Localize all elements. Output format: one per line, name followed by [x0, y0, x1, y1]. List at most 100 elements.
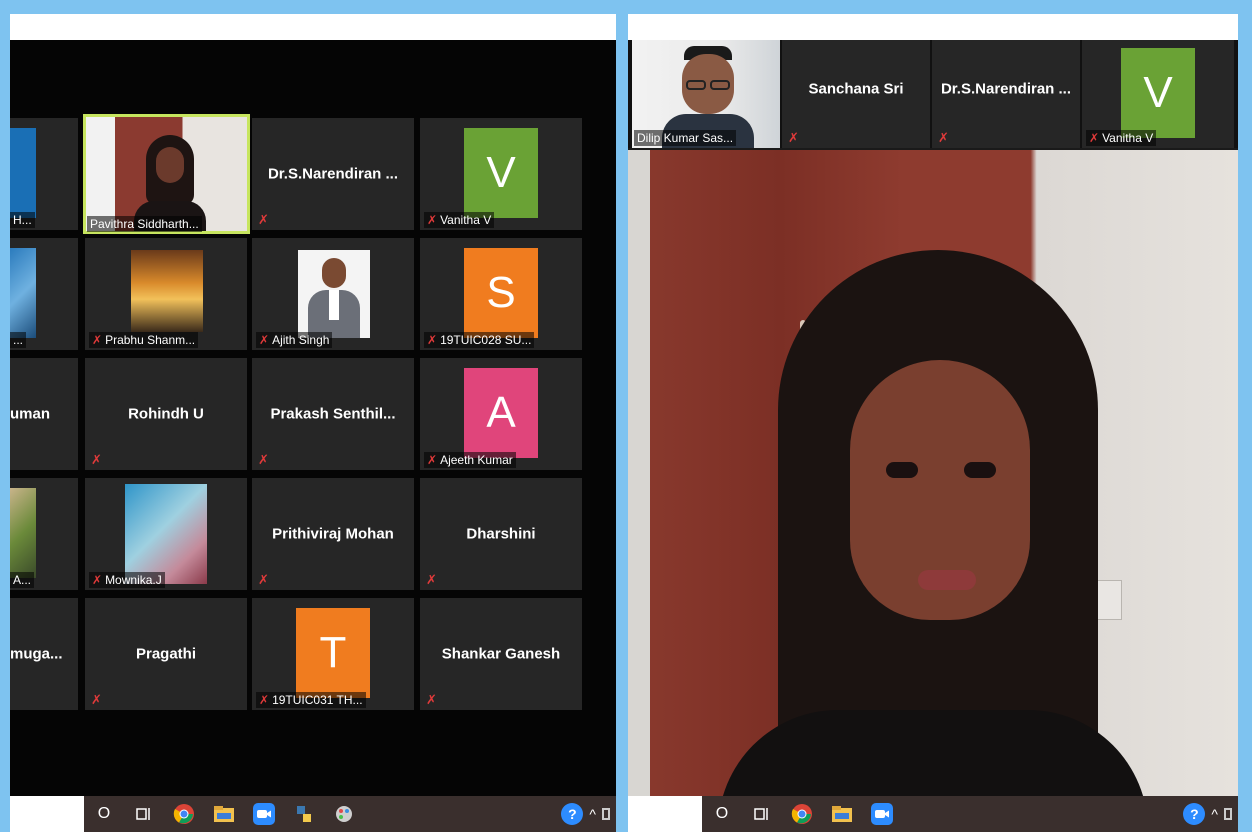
participant-video — [10, 248, 36, 338]
participant-video — [298, 250, 370, 338]
muted-mic-icon: ✗ — [258, 572, 269, 587]
participant-tile[interactable]: V ✗ Vanitha V — [420, 118, 582, 230]
participant-tile[interactable]: Prakash Senthil... ✗ — [252, 358, 414, 470]
muted-mic-icon: ✗ — [427, 453, 438, 467]
participant-video — [86, 117, 247, 231]
avatar: V — [464, 128, 538, 218]
participant-name: Pavithra Siddharth... — [87, 216, 202, 232]
participant-name: ✗ 19TUIC028 SU... — [424, 332, 535, 348]
muted-mic-icon: ✗ — [259, 333, 270, 347]
participant-name: Dr.S.Narendiran ... — [267, 165, 399, 183]
avatar: S — [464, 248, 538, 338]
speaker-shoulders — [718, 710, 1148, 796]
window-title-bar — [10, 14, 616, 40]
taskbar-blank — [10, 796, 84, 832]
muted-mic-icon: ✗ — [91, 452, 102, 467]
muted-mic-icon: ✗ — [938, 130, 949, 145]
door-frame — [628, 150, 650, 796]
participant-name: Rohindh U — [128, 405, 204, 423]
search-circle-icon[interactable]: O — [89, 802, 119, 826]
system-tray: ? ^ — [1183, 803, 1238, 825]
right-zoom-window: Dilip Kumar Sas... ✗ Sanchana Sri ✗ Dr.S… — [628, 14, 1238, 832]
participant-name: ... — [10, 332, 27, 348]
task-view-icon[interactable] — [747, 802, 777, 826]
help-icon[interactable]: ? — [561, 803, 584, 825]
participant-tile[interactable]: A... — [10, 478, 78, 590]
participant-name: Dilip Kumar Sas... — [634, 130, 737, 146]
speaker-mouth — [918, 570, 976, 590]
participant-tile[interactable]: Dr.S.Narendiran ... ✗ — [252, 118, 414, 230]
active-speaker-tile[interactable]: Pavithra Siddharth... — [83, 114, 250, 234]
participant-tile[interactable]: ... — [10, 238, 78, 350]
participant-name: Shankar Ganesh — [441, 645, 561, 663]
participant-tile[interactable]: A ✗ Ajeeth Kumar — [420, 358, 582, 470]
participant-tile[interactable]: Shankar Ganesh ✗ — [420, 598, 582, 710]
gallery-view: H... Pavithra Siddharth... Dr.S.Narendir… — [10, 40, 616, 796]
participant-tile[interactable]: Sanchana Sri ✗ — [782, 40, 930, 148]
participant-tile[interactable]: T ✗ 19TUIC031 TH... — [252, 598, 414, 710]
muted-mic-icon: ✗ — [427, 333, 438, 347]
muted-mic-icon: ✗ — [92, 333, 103, 347]
zoom-icon[interactable] — [867, 802, 897, 826]
muted-mic-icon: ✗ — [426, 572, 437, 587]
participant-tile[interactable]: Dharshini ✗ — [420, 478, 582, 590]
task-view-icon[interactable] — [129, 802, 159, 826]
participant-tile[interactable]: ✗ Prabhu Shanm... — [85, 238, 247, 350]
paint-icon[interactable] — [329, 802, 359, 826]
system-tray: ? ^ — [561, 803, 616, 825]
speaker-eye — [886, 462, 918, 478]
network-icon[interactable] — [1224, 808, 1232, 820]
active-speaker-video — [628, 150, 1238, 796]
left-zoom-window: H... Pavithra Siddharth... Dr.S.Narendir… — [10, 14, 616, 832]
windows-taskbar: O ? ^ — [10, 796, 616, 832]
participant-tile[interactable]: H... — [10, 118, 78, 230]
network-icon[interactable] — [602, 808, 610, 820]
participant-tile[interactable]: Rohindh U ✗ — [85, 358, 247, 470]
zoom-icon[interactable] — [249, 802, 279, 826]
participant-name: Sanchana Sri — [808, 80, 904, 98]
python-icon[interactable] — [289, 802, 319, 826]
participant-name: ✗ Prabhu Shanm... — [89, 332, 199, 348]
participant-name: Dharshini — [466, 525, 536, 543]
file-explorer-icon[interactable] — [827, 802, 857, 826]
participant-name: ✗ Vanitha V — [424, 212, 495, 228]
participant-video — [10, 128, 36, 218]
avatar: V — [1121, 48, 1195, 138]
participant-name: A... — [10, 572, 35, 588]
participant-tile[interactable]: ✗ Mownika.J — [85, 478, 247, 590]
chevron-up-icon[interactable]: ^ — [589, 806, 596, 822]
chevron-up-icon[interactable]: ^ — [1211, 806, 1218, 822]
participant-tile[interactable]: uman — [10, 358, 78, 470]
participant-name: Prakash Senthil... — [270, 405, 396, 423]
muted-mic-icon: ✗ — [788, 130, 799, 145]
participant-video — [10, 488, 36, 578]
muted-mic-icon: ✗ — [92, 573, 103, 587]
participant-name: H... — [10, 212, 35, 228]
help-icon[interactable]: ? — [1183, 803, 1206, 825]
participant-tile[interactable]: Dr.S.Narendiran ... ✗ — [932, 40, 1080, 148]
participant-tile[interactable]: Pragathi ✗ — [85, 598, 247, 710]
participant-video — [131, 250, 203, 332]
participant-tile[interactable]: ✗ Ajith Singh — [252, 238, 414, 350]
participant-tile[interactable]: Prithiviraj Mohan ✗ — [252, 478, 414, 590]
participant-name: uman — [10, 405, 51, 423]
chrome-icon[interactable] — [787, 802, 817, 826]
search-circle-icon[interactable]: O — [707, 802, 737, 826]
file-explorer-icon[interactable] — [209, 802, 239, 826]
participant-name: muga... — [10, 645, 63, 663]
windows-taskbar: O ? ^ — [628, 796, 1238, 832]
participant-tile[interactable]: muga... — [10, 598, 78, 710]
muted-mic-icon: ✗ — [427, 213, 438, 227]
muted-mic-icon: ✗ — [258, 452, 269, 467]
avatar: A — [464, 368, 538, 458]
participant-name: ✗ Mownika.J — [89, 572, 165, 588]
chrome-icon[interactable] — [169, 802, 199, 826]
participant-tile[interactable]: Dilip Kumar Sas... ✗ — [632, 40, 780, 148]
participant-strip: Dilip Kumar Sas... ✗ Sanchana Sri ✗ Dr.S… — [628, 40, 1238, 148]
participant-tile[interactable]: S ✗ 19TUIC028 SU... — [420, 238, 582, 350]
participant-video — [125, 484, 207, 584]
speaker-eye — [964, 462, 996, 478]
participant-name: ✗ Ajeeth Kumar — [424, 452, 516, 468]
avatar: T — [296, 608, 370, 698]
participant-tile[interactable]: V ✗ Vanitha V — [1082, 40, 1234, 148]
